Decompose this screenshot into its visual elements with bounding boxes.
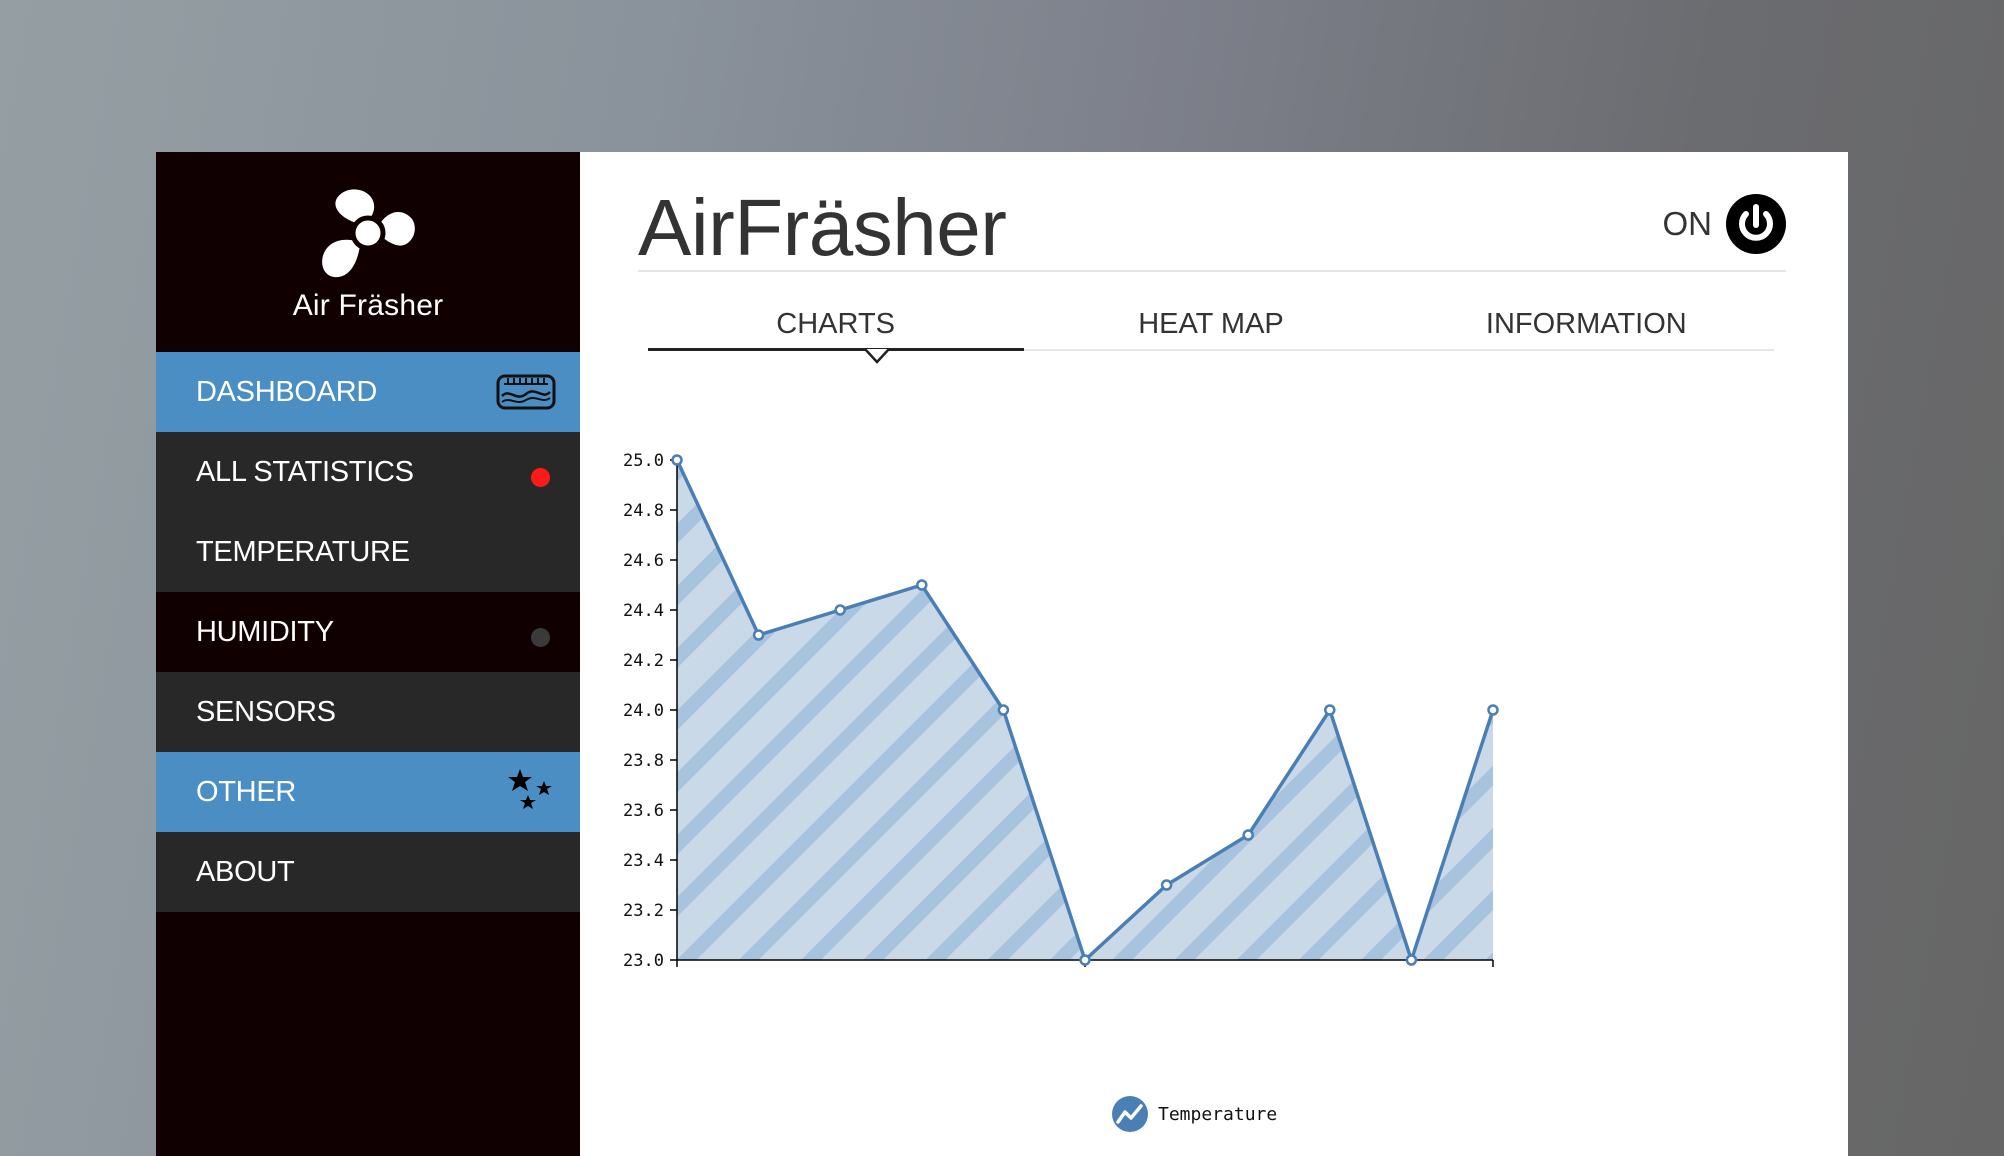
- y-tick-label: 25.0: [623, 451, 664, 471]
- y-tick-label: 24.4: [623, 601, 664, 621]
- data-point: [1487, 704, 1499, 716]
- sidebar-item-label: HUMIDITY: [196, 615, 334, 648]
- sidebar-item-label: OTHER: [196, 775, 297, 808]
- data-point: [752, 629, 765, 641]
- stars-icon: [508, 769, 552, 809]
- y-tick-label: 24.0: [623, 701, 664, 721]
- tab-label: INFORMATION: [1485, 308, 1687, 340]
- y-tick-label: 23.8: [623, 751, 664, 771]
- sidebar-item-dashboard[interactable]: DASHBOARD: [156, 352, 580, 432]
- series-area: [677, 460, 1493, 960]
- sidebar-item-label: DASHBOARD: [196, 375, 377, 408]
- power-toggle[interactable]: ON: [1662, 194, 1786, 254]
- tab-label: HEAT MAP: [1138, 308, 1284, 340]
- sidebar-item-label: TEMPERATURE: [196, 535, 410, 568]
- sidebar-item-about[interactable]: ABOUT: [156, 832, 580, 912]
- gray-dot-indicator: [531, 627, 550, 647]
- data-point: [671, 454, 683, 466]
- chart-legend[interactable]: Temperature: [1112, 1096, 1277, 1132]
- title-divider: [638, 270, 1786, 272]
- y-tick-label: 23.0: [623, 951, 664, 971]
- page-title: AirFräsher: [638, 183, 1007, 272]
- legend-label: Temperature: [1158, 1103, 1278, 1125]
- y-tick-label: 23.2: [623, 901, 664, 921]
- sidebar-item-other[interactable]: OTHER: [156, 752, 580, 832]
- data-point: [834, 604, 846, 616]
- brand-name: Air Fräsher: [292, 289, 444, 322]
- gauge-icon: [496, 374, 556, 410]
- fan-icon: [322, 189, 415, 278]
- tab-bar: CHARTS HEAT MAP INFORMATION: [648, 290, 1774, 370]
- y-tick-label: 23.6: [623, 801, 664, 821]
- sidebar: Air Fräsher DASHBOARD ALL STATISTICS TEM…: [156, 152, 580, 1156]
- data-point: [1242, 829, 1254, 841]
- red-dot-indicator: [531, 467, 550, 487]
- data-point: [1324, 704, 1336, 716]
- app-window: Air Fräsher DASHBOARD ALL STATISTICS TEM…: [156, 152, 1848, 1156]
- sidebar-item-label: ABOUT: [196, 855, 295, 888]
- sidebar-item-humidity[interactable]: HUMIDITY: [156, 592, 580, 672]
- y-tick-label: 24.2: [623, 651, 664, 671]
- y-tick-label: 24.6: [623, 551, 664, 571]
- sidebar-item-label: SENSORS: [196, 695, 336, 728]
- sidebar-item-sensors[interactable]: SENSORS: [156, 672, 580, 752]
- active-tab-indicator: [648, 348, 1024, 351]
- tab-information[interactable]: INFORMATION: [1399, 290, 1774, 370]
- sidebar-item-temperature[interactable]: TEMPERATURE: [156, 512, 580, 592]
- power-icon: [1726, 194, 1786, 254]
- data-point: [1405, 954, 1418, 966]
- temperature-chart: 23.0 23.2 23.4 23.6 23.8 24.0 24.2 24.4 24.6 24.8…: [623, 451, 1499, 971]
- tab-label: CHARTS: [776, 308, 896, 340]
- data-point: [997, 704, 1010, 716]
- power-label: ON: [1662, 205, 1713, 242]
- brand[interactable]: Air Fräsher: [156, 152, 580, 352]
- sidebar-item-all-statistics[interactable]: ALL STATISTICS: [156, 432, 580, 512]
- trend-line-icon: [1112, 1096, 1148, 1132]
- main-panel: AirFräsher ON CHARTS HEAT MAP INFORMATIO…: [580, 152, 1848, 1156]
- chevron-down-icon: [864, 348, 890, 364]
- data-point: [916, 579, 928, 591]
- tab-charts[interactable]: CHARTS: [648, 290, 1023, 370]
- tab-heat-map[interactable]: HEAT MAP: [1023, 290, 1398, 370]
- y-tick-label: 24.8: [623, 501, 664, 521]
- data-point: [1079, 954, 1091, 966]
- sidebar-item-label: ALL STATISTICS: [196, 455, 414, 488]
- data-point: [1160, 879, 1173, 891]
- y-tick-label: 23.4: [623, 851, 664, 871]
